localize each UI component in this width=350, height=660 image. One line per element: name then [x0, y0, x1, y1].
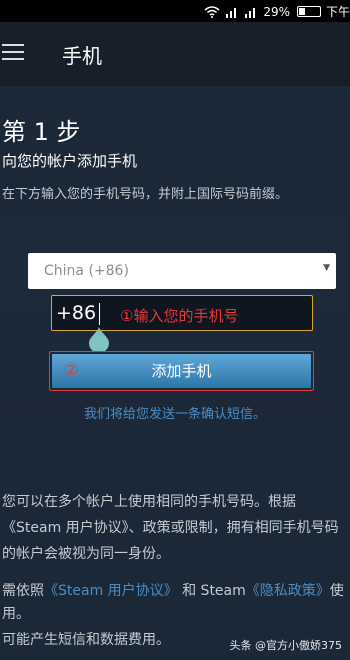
chevron-down-icon: ▼	[323, 263, 330, 273]
app-bar: 手机	[0, 22, 350, 86]
signal-icon	[226, 7, 237, 18]
privacy-policy-link[interactable]: 《隐私政策》	[246, 583, 330, 599]
add-phone-button-label: 添加手机	[151, 362, 212, 380]
charges-note: 可能产生短信和数据费用。	[2, 632, 170, 648]
text-cursor	[99, 303, 100, 325]
shared-number-info: 您可以在多个帐户上使用相同的手机号码。根据《Steam 用户协议》、政策或限制，…	[2, 494, 339, 562]
text-selection-handle-icon[interactable]	[88, 327, 110, 353]
hamburger-menu-icon[interactable]	[2, 44, 24, 64]
add-phone-button[interactable]: ② 添加手机	[49, 351, 314, 391]
country-select[interactable]: China (+86) ▼	[28, 253, 336, 289]
phone-prefix: +86	[56, 302, 97, 324]
battery-percent: 29%	[263, 4, 290, 19]
status-bar: 29% 下午	[0, 0, 350, 22]
page-title: 手机	[62, 44, 102, 68]
step-subtitle: 向您的帐户添加手机	[2, 152, 138, 170]
step-description: 在下方输入您的手机号码，并附上国际号码前缀。	[2, 187, 289, 202]
confirm-sms-note: 我们将给您发送一条确认短信。	[83, 407, 266, 422]
signal-icon-2	[245, 7, 256, 18]
status-time: 下午	[325, 5, 350, 19]
wifi-icon	[204, 5, 220, 18]
status-icons: 29% 下午	[204, 3, 350, 20]
phone-input-annotation: ①输入您的手机号	[120, 307, 239, 325]
battery-icon	[296, 6, 321, 17]
legal-prefix: 需依照	[2, 583, 44, 599]
steam-agreement-link[interactable]: 《Steam 用户协议》	[44, 583, 178, 599]
step-title: 第 1 步	[2, 118, 81, 146]
legal-middle: 和 Steam	[182, 583, 246, 599]
country-select-value: China (+86)	[44, 263, 129, 279]
legal-notice: 需依照《Steam 用户协议》 和 Steam《隐私政策》使用。	[2, 580, 346, 626]
watermark: 头条 @官方小傲娇375	[229, 639, 343, 652]
phone-number-input[interactable]: +86 ①输入您的手机号	[51, 295, 313, 331]
